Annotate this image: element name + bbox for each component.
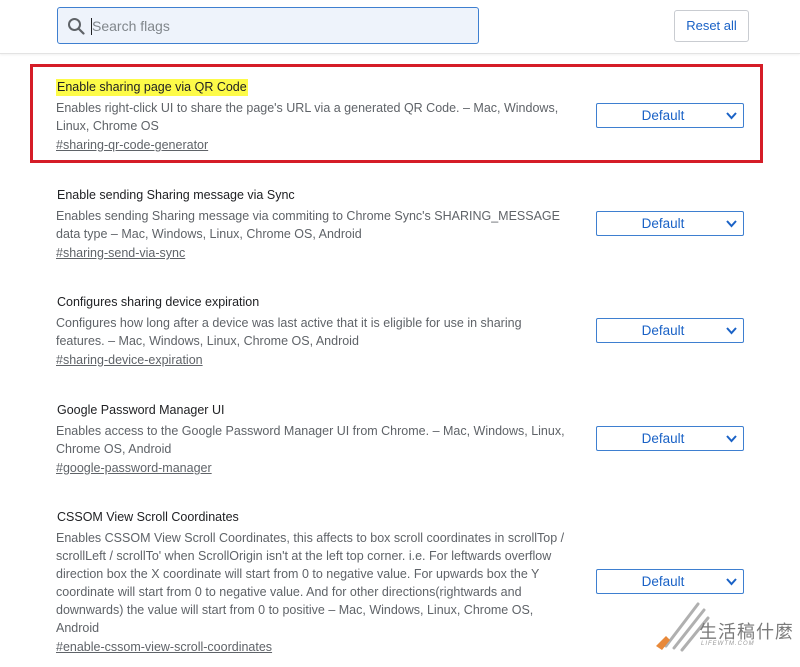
select-value: Default bbox=[641, 323, 685, 338]
experiment-link[interactable]: #sharing-qr-code-generator bbox=[56, 136, 208, 154]
experiment-link[interactable]: #google-password-manager bbox=[56, 459, 212, 477]
select-value: Default bbox=[641, 216, 685, 231]
watermark-subtext: LIFEWTM.COM bbox=[701, 641, 755, 647]
reset-all-button[interactable]: Reset all bbox=[674, 10, 749, 42]
experiment-title: Enable sharing page via QR Code bbox=[56, 79, 248, 96]
flags-page: Reset all Enable sharing page via QR Cod… bbox=[0, 0, 800, 667]
chevron-down-icon bbox=[726, 112, 737, 120]
experiment-description: Enables right-click UI to share the page… bbox=[56, 101, 559, 133]
experiment-link[interactable]: #sharing-device-expiration bbox=[56, 351, 203, 369]
chevron-down-icon bbox=[726, 578, 737, 586]
experiment-select[interactable]: Default bbox=[596, 426, 744, 451]
chevron-down-icon bbox=[726, 327, 737, 335]
experiment-description: Configures how long after a device was l… bbox=[56, 316, 522, 348]
select-value: Default bbox=[641, 574, 685, 589]
experiment-select[interactable]: Default bbox=[596, 211, 744, 236]
experiment-link[interactable]: #sharing-send-via-sync bbox=[56, 244, 185, 262]
experiment-title: Google Password Manager UI bbox=[57, 403, 225, 417]
search-icon bbox=[68, 18, 85, 35]
experiment-description: Enables CSSOM View Scroll Coordinates, t… bbox=[56, 531, 565, 635]
search-box[interactable] bbox=[57, 7, 479, 44]
select-value: Default bbox=[641, 431, 685, 446]
select-value: Default bbox=[641, 108, 685, 123]
watermark-logo: 生活稿什麼 LIFEWTM.COM bbox=[652, 596, 796, 658]
search-input[interactable] bbox=[92, 8, 462, 43]
flags-header: Reset all bbox=[0, 0, 800, 54]
experiment-description: Enables sending Sharing message via comm… bbox=[56, 209, 560, 241]
chevron-down-icon bbox=[726, 435, 737, 443]
experiment-select[interactable]: Default bbox=[596, 318, 744, 343]
chevron-down-icon bbox=[726, 220, 737, 228]
experiment-title: CSSOM View Scroll Coordinates bbox=[57, 510, 239, 524]
experiment-title: Enable sending Sharing message via Sync bbox=[57, 188, 295, 202]
experiment-title: Configures sharing device expiration bbox=[57, 295, 260, 309]
experiment-description: Enables access to the Google Password Ma… bbox=[56, 424, 565, 456]
experiment-link[interactable]: #enable-cssom-view-scroll-coordinates bbox=[56, 638, 272, 656]
text-caret bbox=[91, 18, 92, 35]
experiment-select[interactable]: Default bbox=[596, 103, 744, 128]
experiment-select[interactable]: Default bbox=[596, 569, 744, 594]
